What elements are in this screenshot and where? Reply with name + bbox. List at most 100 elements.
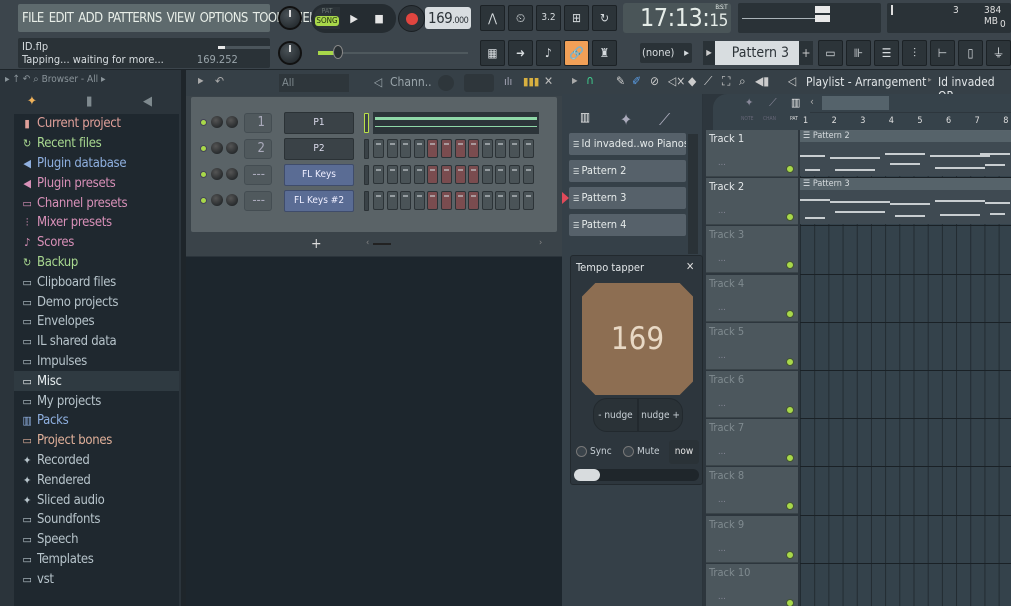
play-button[interactable]: ▶ — [343, 4, 365, 33]
step-button[interactable] — [522, 191, 534, 210]
mute-tool-icon[interactable]: ◁× — [668, 74, 685, 88]
step-sequencer-icon[interactable]: ▮▮▮ — [523, 75, 539, 88]
step-button[interactable] — [481, 165, 493, 184]
menu-file[interactable]: FILE — [22, 11, 44, 26]
step-button[interactable] — [468, 165, 480, 184]
plugin-picker-button[interactable]: ⏚ — [986, 40, 1011, 66]
menu-add[interactable]: ADD — [78, 11, 103, 26]
track-header[interactable]: Track 1... — [706, 130, 798, 177]
project-notes-button[interactable]: ▯ — [958, 40, 983, 66]
pattern-clip[interactable]: ☰ Pattern 3 — [800, 178, 1011, 225]
pattern-selector-value[interactable]: Pattern 3 — [715, 41, 799, 65]
playlist-window-button[interactable]: ▭ — [818, 40, 843, 66]
step-button[interactable] — [427, 139, 439, 158]
pattern-prev-arrow[interactable]: ▶ — [703, 41, 715, 65]
channel-volume-knob[interactable] — [211, 116, 223, 128]
track-enable-led[interactable] — [786, 502, 794, 511]
chan-tool-icon[interactable]: ⟋ — [769, 96, 777, 110]
slice-tool-icon[interactable]: ⟋ — [704, 74, 712, 89]
browser-item[interactable]: ▭ My projects — [14, 391, 179, 411]
browser-item[interactable]: ▭ vst — [14, 569, 179, 589]
step-button[interactable] — [509, 191, 520, 210]
browser-item[interactable]: ▮ Current project — [14, 114, 179, 134]
magnet-icon[interactable]: ∩ — [586, 73, 594, 87]
browser-item[interactable]: ▭ Speech — [14, 530, 179, 550]
pattern-picker-item[interactable]: ☰ Pattern 3 — [562, 187, 686, 209]
channel-mute-led[interactable] — [200, 197, 207, 204]
overview-handle[interactable] — [822, 96, 889, 110]
sync-radio[interactable]: Sync — [576, 446, 612, 457]
step-button[interactable] — [495, 191, 507, 210]
step-button[interactable] — [522, 139, 534, 158]
draw-tool-icon[interactable]: ✎ — [616, 74, 625, 88]
note-tool-icon[interactable]: ✦ — [745, 96, 753, 109]
channel-pan-knob[interactable] — [226, 168, 238, 180]
audio-wave-icon[interactable]: ✦ — [620, 110, 632, 129]
step-button[interactable] — [454, 165, 466, 184]
channel-rack-window-button[interactable]: ☰ — [874, 40, 899, 66]
channel-filter-select[interactable]: All — [279, 74, 349, 92]
browser-item[interactable]: ◀ Plugin database — [14, 154, 179, 174]
channel-pan-knob[interactable] — [226, 142, 238, 154]
timeline-ruler[interactable]: 1 2 3 4 5 6 7 8 — [800, 113, 1011, 130]
step-button[interactable] — [468, 139, 480, 158]
mixer-window-button[interactable]: ⫶ — [902, 40, 927, 66]
browser-tab-files-icon[interactable]: ▮ — [86, 94, 92, 109]
metronome-button[interactable]: ⋀ — [480, 5, 505, 31]
browser-item[interactable]: ✦ Recorded — [14, 451, 179, 471]
browser-item[interactable]: ▭ Misc — [14, 371, 179, 392]
step-button[interactable] — [481, 191, 493, 210]
pattern-picker-item[interactable]: ☰ Pattern 2 — [569, 160, 686, 182]
tempo-tapper-close-icon[interactable]: ✕ — [686, 260, 694, 273]
master-pitch-knob[interactable] — [278, 41, 302, 65]
pat-song-toggle[interactable]: PAT SONG — [314, 7, 340, 29]
swing-knob[interactable] — [438, 75, 454, 91]
add-channel-button[interactable]: + — [311, 236, 322, 252]
select-tool-icon[interactable]: ⛶ — [722, 74, 730, 89]
step-button[interactable] — [373, 165, 384, 184]
track-enable-led[interactable] — [786, 309, 794, 318]
slip-tool-icon[interactable]: ◆ — [688, 74, 696, 88]
channel-pan-knob[interactable] — [226, 116, 238, 128]
channel-rack-menu-arrow[interactable]: ▶ — [198, 76, 204, 85]
tempo-display[interactable]: 169.000 — [425, 7, 471, 29]
wait-input-button[interactable]: ⏲ — [508, 5, 533, 31]
mixer-track-selector[interactable]: 1 — [244, 113, 272, 133]
browser-item[interactable]: ▥ Packs — [14, 411, 179, 431]
record-button[interactable] — [398, 5, 425, 32]
browser-item[interactable]: ✦ Rendered — [14, 470, 179, 490]
piano-roll-window-button[interactable]: ⊪ — [846, 40, 871, 66]
track-header[interactable]: Track 9... — [706, 515, 798, 563]
track-header[interactable]: Track 7... — [706, 419, 798, 467]
step-button[interactable] — [454, 191, 466, 210]
track-enable-led[interactable] — [786, 357, 794, 366]
browser-item[interactable]: ↻ Recent files — [14, 134, 179, 154]
mixer-track-selector[interactable]: --- — [244, 191, 272, 211]
slider-handle[interactable] — [333, 45, 343, 59]
step-button[interactable] — [441, 191, 452, 210]
snap-selector[interactable]: (none) ▶ — [640, 43, 692, 63]
playback-tool-icon[interactable]: ◀▮ — [755, 74, 769, 88]
channel-mute-led[interactable] — [200, 145, 207, 152]
mute-radio[interactable]: Mute — [623, 446, 660, 457]
tap-pad[interactable]: 169 — [582, 283, 693, 395]
stop-button[interactable]: ■ — [368, 4, 390, 33]
pattern-selector[interactable]: ▶ Pattern 3 + — [703, 41, 813, 65]
step-button[interactable] — [441, 165, 452, 184]
browser-item[interactable]: ▭ Envelopes — [14, 312, 179, 332]
menu-edit[interactable]: EDIT — [49, 11, 74, 26]
arrow-right-button[interactable]: ➜ — [508, 40, 533, 66]
track-header[interactable]: Track 5... — [706, 322, 798, 370]
channel-select-toggle[interactable] — [364, 113, 369, 133]
step-button[interactable] — [386, 191, 398, 210]
mixer-track-selector[interactable]: --- — [244, 165, 272, 185]
step-button[interactable] — [454, 139, 466, 158]
step-button[interactable] — [413, 139, 425, 158]
link-icon[interactable]: 🔗 — [564, 40, 589, 66]
browser-item[interactable]: ▭ Soundfonts — [14, 510, 179, 530]
channel-volume-knob[interactable] — [211, 194, 223, 206]
zoom-tool-icon[interactable]: ⌕ — [739, 74, 746, 89]
pattern-picker-item[interactable]: ☰ Id invaded..wo Pianos) — [569, 133, 686, 155]
step-button[interactable] — [441, 139, 452, 158]
browser-item[interactable]: ◀ Plugin presets — [14, 173, 179, 193]
